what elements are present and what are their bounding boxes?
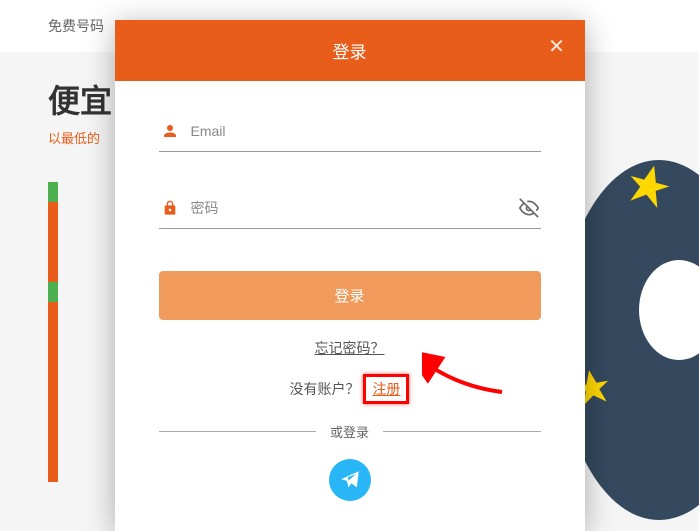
user-icon <box>159 122 181 140</box>
modal-header: 登录 ✕ <box>115 20 585 81</box>
email-input-row <box>159 111 541 152</box>
divider-line <box>383 431 541 432</box>
eye-off-icon <box>519 198 539 218</box>
top-nav-item[interactable]: 免费号码 <box>48 18 104 34</box>
divider-text: 或登录 <box>316 422 383 441</box>
forgot-password-link[interactable]: 忘记密码？ <box>159 338 541 358</box>
close-icon: ✕ <box>548 34 565 59</box>
toggle-password-visibility[interactable] <box>517 198 541 218</box>
social-login-row <box>159 459 541 501</box>
divider-line <box>159 431 317 432</box>
modal-title: 登录 <box>333 43 367 62</box>
decorative-color-bar <box>48 182 58 482</box>
telegram-login-button[interactable] <box>329 459 371 501</box>
telegram-icon <box>339 469 361 491</box>
password-input-row <box>159 188 541 229</box>
close-button[interactable]: ✕ <box>545 34 569 58</box>
modal-body: 登录 忘记密码？ 没有账户？ 注册 或登录 <box>115 81 585 531</box>
signup-link[interactable]: 注册 <box>363 374 409 404</box>
signup-row: 没有账户？ 注册 <box>159 374 541 404</box>
no-account-text: 没有账户？ <box>290 381 360 397</box>
email-input[interactable] <box>181 119 541 143</box>
lock-icon <box>159 200 181 216</box>
login-button[interactable]: 登录 <box>159 271 541 320</box>
password-input[interactable] <box>181 196 517 220</box>
divider-row: 或登录 <box>159 422 541 441</box>
login-modal: 登录 ✕ 登录 忘记密码？ <box>115 20 585 531</box>
